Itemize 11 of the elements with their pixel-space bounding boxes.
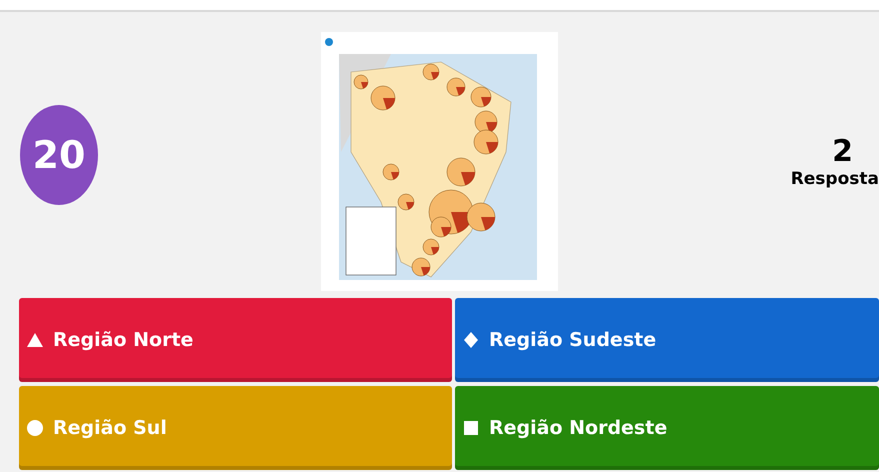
triangle-icon xyxy=(27,332,43,348)
answer-button[interactable]: Região Nordeste xyxy=(455,386,879,470)
circle-icon xyxy=(27,420,43,436)
square-icon xyxy=(463,420,479,436)
answer-button[interactable]: Região Norte xyxy=(19,298,452,382)
answer-count: 2 xyxy=(832,134,853,168)
answer-count-label: Resposta xyxy=(790,168,879,188)
diamond-icon xyxy=(463,332,479,348)
answer-button[interactable]: Região Sudeste xyxy=(455,298,879,382)
answer-button[interactable]: Região Sul xyxy=(19,386,452,470)
timer-badge: 20 xyxy=(20,105,98,205)
